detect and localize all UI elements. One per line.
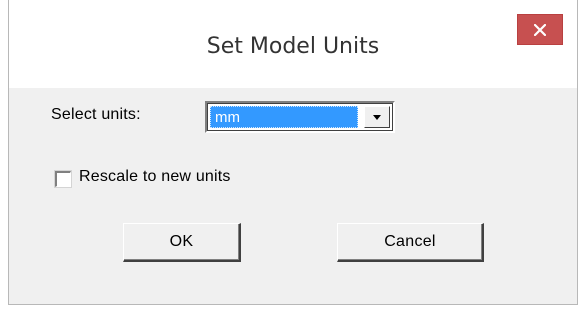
- title-bar[interactable]: Set Model Units: [9, 0, 577, 88]
- select-units-label: Select units:: [51, 106, 141, 123]
- ok-button[interactable]: OK: [123, 223, 241, 262]
- dropdown-arrow-button[interactable]: [364, 106, 390, 128]
- dialog-window: Set Model Units Select units: mm Rescale…: [8, 0, 578, 305]
- close-icon: [534, 23, 546, 36]
- dialog-title: Set Model Units: [206, 34, 380, 59]
- close-button[interactable]: [517, 14, 563, 45]
- cancel-button[interactable]: Cancel: [337, 223, 484, 262]
- units-selected-value[interactable]: mm: [210, 106, 358, 128]
- rescale-checkbox-label[interactable]: Rescale to new units: [79, 168, 231, 186]
- chevron-down-icon: [372, 108, 382, 126]
- rescale-checkbox[interactable]: [54, 170, 72, 188]
- units-dropdown[interactable]: mm: [205, 101, 395, 133]
